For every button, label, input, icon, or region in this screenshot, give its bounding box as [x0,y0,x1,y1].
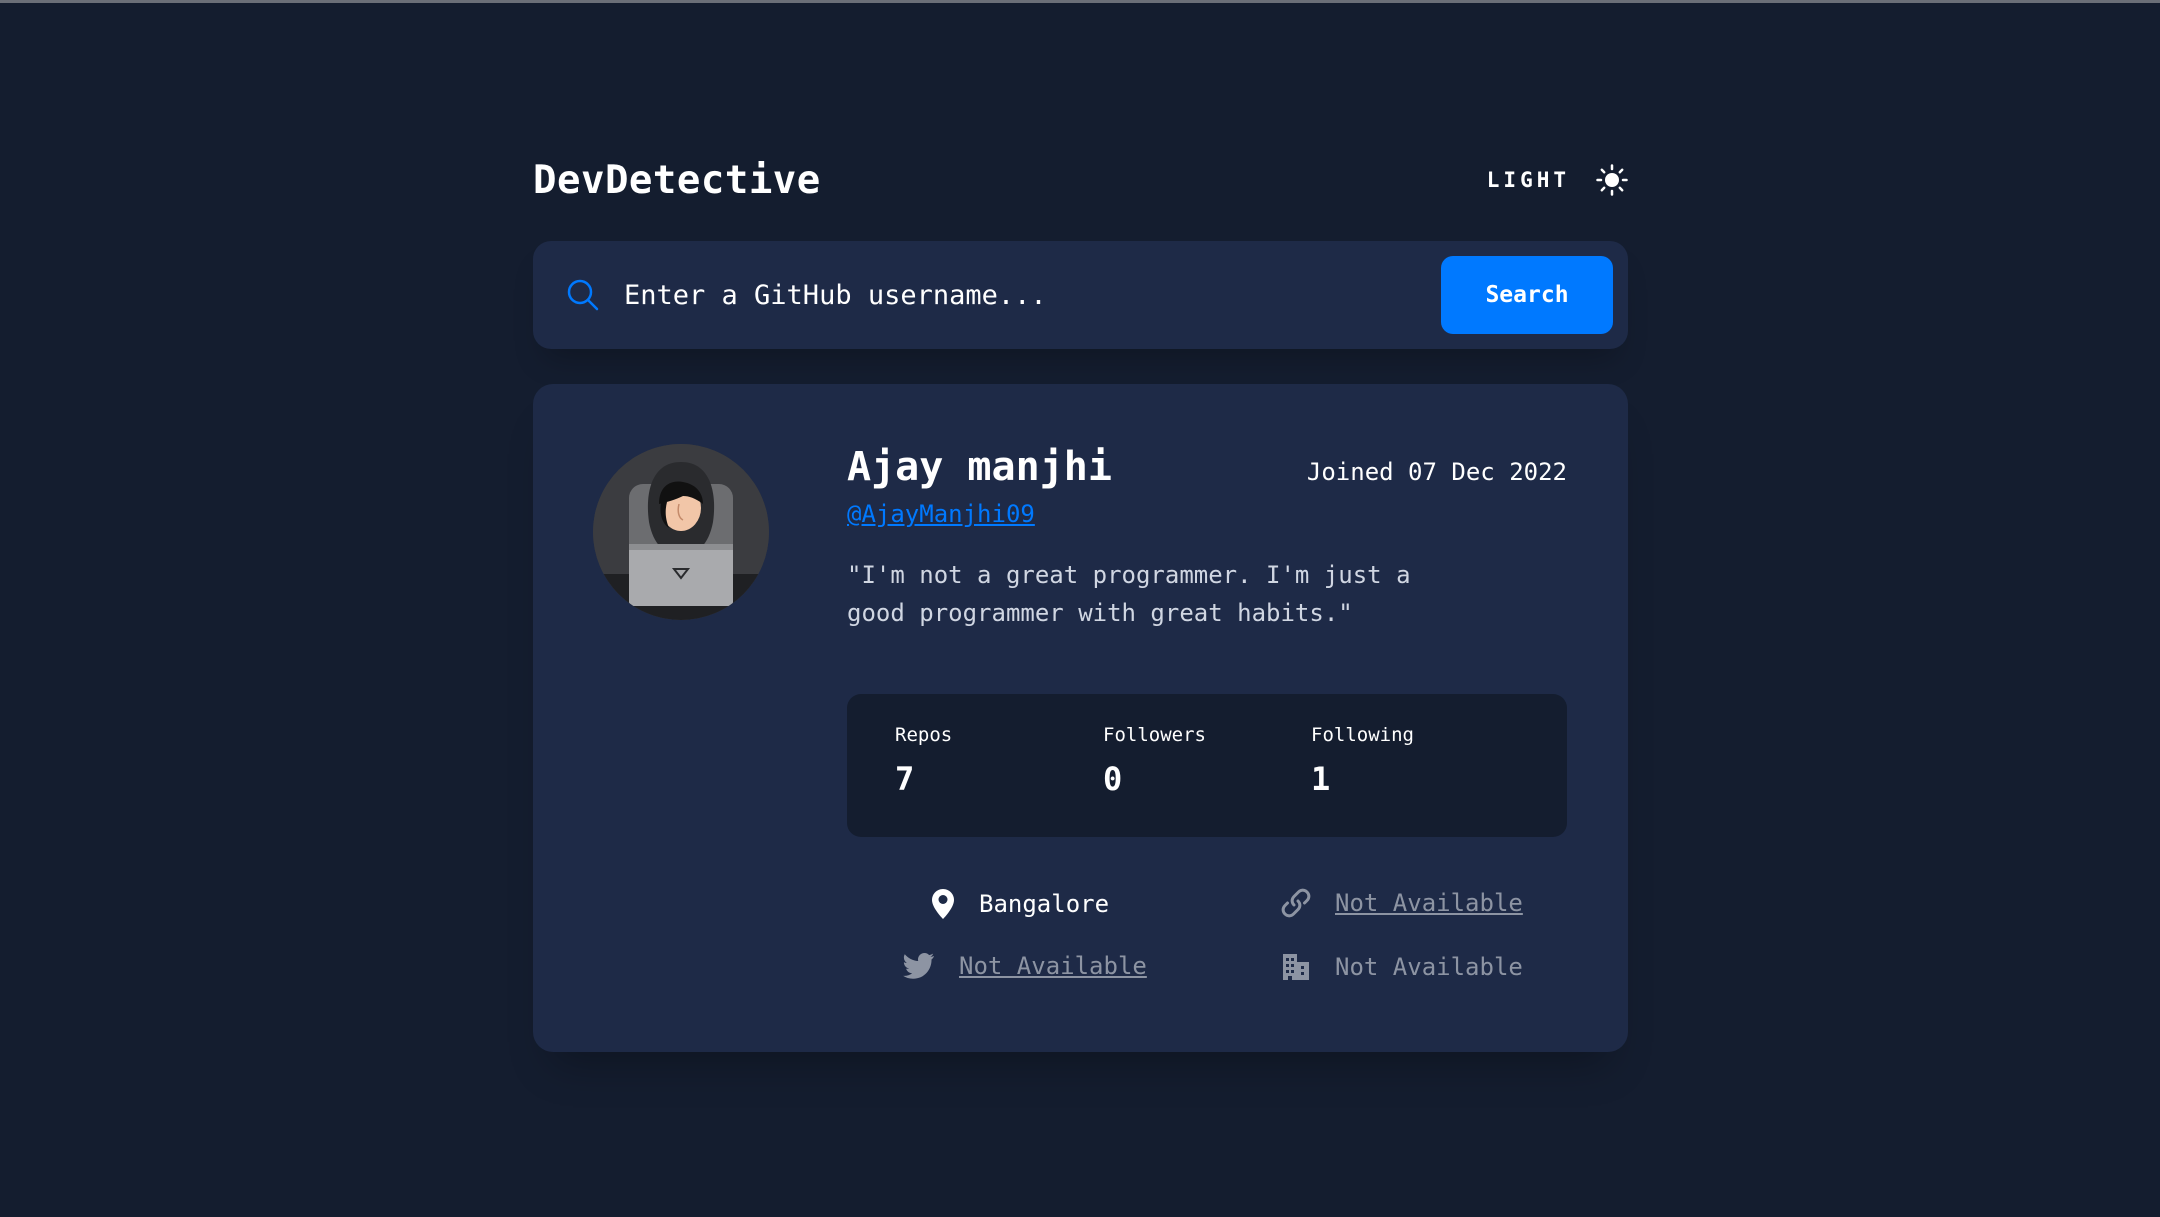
stat-value: 0 [1103,760,1123,798]
stat-value: 1 [1311,760,1331,798]
twitter-item: Not Available [903,952,1147,980]
stat-following: Following 1 [1311,724,1519,807]
app-container: DevDetective LIGHT Enter a GitHub userna… [533,140,1628,1052]
header: DevDetective LIGHT [533,140,1628,220]
username-link[interactable]: @AjayManjhi09 [847,500,1035,528]
search-input[interactable] [622,278,1441,312]
stat-label: Followers [1103,724,1206,746]
join-date: Joined 07 Dec 2022 [1306,458,1567,486]
stats-panel: Repos 7 Followers 0 Following 1 [847,694,1567,837]
website-item: Not Available [1281,888,1523,918]
search-icon [566,278,600,312]
company-item: Not Available [1281,952,1523,982]
stat-repos: Repos 7 [895,724,1103,807]
app-logo: DevDetective [533,157,821,203]
stat-value: 7 [895,760,915,798]
link-icon [1281,888,1311,918]
name-row: Ajay manjhi Joined 07 Dec 2022 [847,444,1567,490]
avatar [593,444,769,620]
building-icon [1281,952,1311,982]
profile-name: Ajay manjhi [847,444,1112,490]
window-top-border [0,0,2160,3]
company-text: Not Available [1335,953,1523,981]
twitter-icon [903,953,935,979]
stat-followers: Followers 0 [1103,724,1311,807]
twitter-link[interactable]: Not Available [959,952,1147,980]
theme-toggle[interactable]: LIGHT [1487,164,1628,196]
stat-label: Following [1311,724,1414,746]
profile-card: Ajay manjhi Joined 07 Dec 2022 @AjayManj… [533,384,1628,1052]
sun-icon[interactable] [1596,164,1628,196]
website-link[interactable]: Not Available [1335,889,1523,917]
theme-toggle-label: LIGHT [1486,168,1570,192]
search-button[interactable]: Search [1441,256,1613,334]
stat-label: Repos [895,724,953,746]
search-bar: Search [533,241,1628,349]
profile-info: Ajay manjhi Joined 07 Dec 2022 @AjayManj… [847,444,1567,632]
location-item: Bangalore [931,888,1109,920]
profile-bio: "I'm not a great programmer. I'm just a … [847,561,1411,627]
location-pin-icon [931,888,955,920]
location-text: Bangalore [979,890,1110,918]
